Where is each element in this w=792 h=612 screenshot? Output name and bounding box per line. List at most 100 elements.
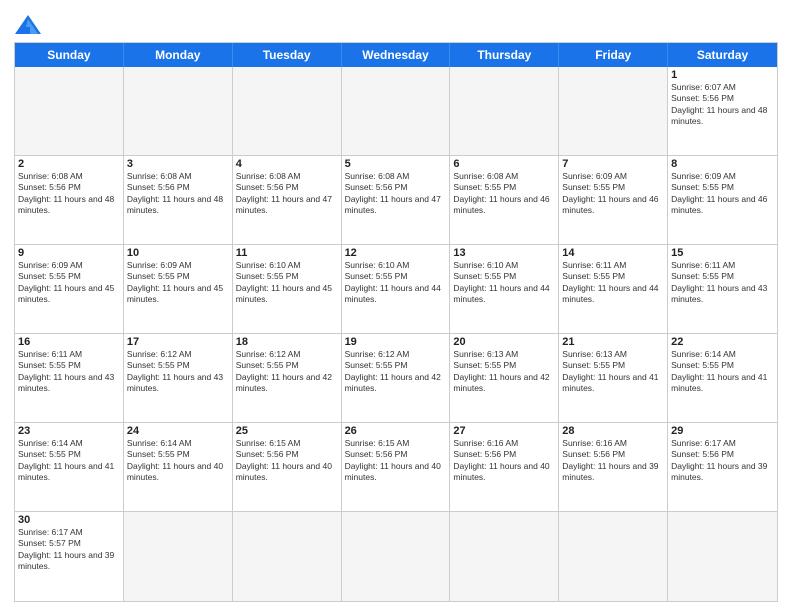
- page: SundayMondayTuesdayWednesdayThursdayFrid…: [0, 0, 792, 612]
- day-number: 20: [453, 336, 555, 348]
- cell-info: Sunrise: 6:09 AM Sunset: 5:55 PM Dayligh…: [18, 260, 120, 306]
- day-number: 2: [18, 158, 120, 170]
- cell-info: Sunrise: 6:17 AM Sunset: 5:57 PM Dayligh…: [18, 527, 120, 573]
- day-number: 24: [127, 425, 229, 437]
- day-number: 12: [345, 247, 447, 259]
- header: [14, 10, 778, 36]
- day-header-tuesday: Tuesday: [233, 43, 342, 67]
- cell-info: Sunrise: 6:08 AM Sunset: 5:56 PM Dayligh…: [236, 171, 338, 217]
- cell-info: Sunrise: 6:11 AM Sunset: 5:55 PM Dayligh…: [562, 260, 664, 306]
- day-number: 27: [453, 425, 555, 437]
- cell-empty-3: [342, 67, 451, 156]
- cell-day-15: 15Sunrise: 6:11 AM Sunset: 5:55 PM Dayli…: [668, 245, 777, 334]
- day-number: 13: [453, 247, 555, 259]
- cell-info: Sunrise: 6:15 AM Sunset: 5:56 PM Dayligh…: [236, 438, 338, 484]
- day-number: 21: [562, 336, 664, 348]
- cell-day-13: 13Sunrise: 6:10 AM Sunset: 5:55 PM Dayli…: [450, 245, 559, 334]
- day-number: 28: [562, 425, 664, 437]
- day-header-friday: Friday: [559, 43, 668, 67]
- day-header-monday: Monday: [124, 43, 233, 67]
- day-number: 15: [671, 247, 774, 259]
- logo-icon: [14, 14, 42, 36]
- cell-empty-37: [233, 512, 342, 601]
- day-header-saturday: Saturday: [668, 43, 777, 67]
- day-number: 1: [671, 69, 774, 81]
- cell-empty-4: [450, 67, 559, 156]
- cell-day-21: 21Sunrise: 6:13 AM Sunset: 5:55 PM Dayli…: [559, 334, 668, 423]
- day-header-wednesday: Wednesday: [342, 43, 451, 67]
- day-number: 30: [18, 514, 120, 526]
- day-number: 22: [671, 336, 774, 348]
- cell-info: Sunrise: 6:10 AM Sunset: 5:55 PM Dayligh…: [453, 260, 555, 306]
- cell-info: Sunrise: 6:14 AM Sunset: 5:55 PM Dayligh…: [671, 349, 774, 395]
- day-number: 23: [18, 425, 120, 437]
- cell-day-27: 27Sunrise: 6:16 AM Sunset: 5:56 PM Dayli…: [450, 423, 559, 512]
- day-header-sunday: Sunday: [15, 43, 124, 67]
- cell-info: Sunrise: 6:08 AM Sunset: 5:56 PM Dayligh…: [345, 171, 447, 217]
- day-number: 16: [18, 336, 120, 348]
- calendar: SundayMondayTuesdayWednesdayThursdayFrid…: [14, 42, 778, 602]
- cell-day-22: 22Sunrise: 6:14 AM Sunset: 5:55 PM Dayli…: [668, 334, 777, 423]
- cell-info: Sunrise: 6:12 AM Sunset: 5:55 PM Dayligh…: [236, 349, 338, 395]
- cell-info: Sunrise: 6:17 AM Sunset: 5:56 PM Dayligh…: [671, 438, 774, 484]
- cell-day-18: 18Sunrise: 6:12 AM Sunset: 5:55 PM Dayli…: [233, 334, 342, 423]
- cell-day-7: 7Sunrise: 6:09 AM Sunset: 5:55 PM Daylig…: [559, 156, 668, 245]
- cell-info: Sunrise: 6:11 AM Sunset: 5:55 PM Dayligh…: [18, 349, 120, 395]
- cell-info: Sunrise: 6:12 AM Sunset: 5:55 PM Dayligh…: [127, 349, 229, 395]
- cell-day-28: 28Sunrise: 6:16 AM Sunset: 5:56 PM Dayli…: [559, 423, 668, 512]
- day-header-thursday: Thursday: [450, 43, 559, 67]
- cell-day-17: 17Sunrise: 6:12 AM Sunset: 5:55 PM Dayli…: [124, 334, 233, 423]
- cell-day-25: 25Sunrise: 6:15 AM Sunset: 5:56 PM Dayli…: [233, 423, 342, 512]
- day-number: 17: [127, 336, 229, 348]
- day-number: 11: [236, 247, 338, 259]
- day-number: 8: [671, 158, 774, 170]
- cell-info: Sunrise: 6:10 AM Sunset: 5:55 PM Dayligh…: [236, 260, 338, 306]
- cell-day-1: 1Sunrise: 6:07 AM Sunset: 5:56 PM Daylig…: [668, 67, 777, 156]
- cell-day-19: 19Sunrise: 6:12 AM Sunset: 5:55 PM Dayli…: [342, 334, 451, 423]
- cell-info: Sunrise: 6:08 AM Sunset: 5:56 PM Dayligh…: [127, 171, 229, 217]
- cell-info: Sunrise: 6:13 AM Sunset: 5:55 PM Dayligh…: [562, 349, 664, 395]
- cell-day-2: 2Sunrise: 6:08 AM Sunset: 5:56 PM Daylig…: [15, 156, 124, 245]
- cell-day-30: 30Sunrise: 6:17 AM Sunset: 5:57 PM Dayli…: [15, 512, 124, 601]
- day-number: 4: [236, 158, 338, 170]
- cell-info: Sunrise: 6:14 AM Sunset: 5:55 PM Dayligh…: [18, 438, 120, 484]
- cell-day-9: 9Sunrise: 6:09 AM Sunset: 5:55 PM Daylig…: [15, 245, 124, 334]
- cell-empty-40: [559, 512, 668, 601]
- day-number: 9: [18, 247, 120, 259]
- day-number: 7: [562, 158, 664, 170]
- cell-day-5: 5Sunrise: 6:08 AM Sunset: 5:56 PM Daylig…: [342, 156, 451, 245]
- cell-day-16: 16Sunrise: 6:11 AM Sunset: 5:55 PM Dayli…: [15, 334, 124, 423]
- day-number: 14: [562, 247, 664, 259]
- cell-day-3: 3Sunrise: 6:08 AM Sunset: 5:56 PM Daylig…: [124, 156, 233, 245]
- cell-info: Sunrise: 6:07 AM Sunset: 5:56 PM Dayligh…: [671, 82, 774, 128]
- cell-info: Sunrise: 6:09 AM Sunset: 5:55 PM Dayligh…: [127, 260, 229, 306]
- cell-empty-5: [559, 67, 668, 156]
- cell-day-12: 12Sunrise: 6:10 AM Sunset: 5:55 PM Dayli…: [342, 245, 451, 334]
- cell-info: Sunrise: 6:08 AM Sunset: 5:55 PM Dayligh…: [453, 171, 555, 217]
- cell-info: Sunrise: 6:08 AM Sunset: 5:56 PM Dayligh…: [18, 171, 120, 217]
- cell-day-26: 26Sunrise: 6:15 AM Sunset: 5:56 PM Dayli…: [342, 423, 451, 512]
- day-number: 3: [127, 158, 229, 170]
- cell-empty-1: [124, 67, 233, 156]
- cell-info: Sunrise: 6:15 AM Sunset: 5:56 PM Dayligh…: [345, 438, 447, 484]
- cell-info: Sunrise: 6:09 AM Sunset: 5:55 PM Dayligh…: [671, 171, 774, 217]
- cell-info: Sunrise: 6:13 AM Sunset: 5:55 PM Dayligh…: [453, 349, 555, 395]
- cell-empty-2: [233, 67, 342, 156]
- day-headers: SundayMondayTuesdayWednesdayThursdayFrid…: [15, 43, 777, 67]
- day-number: 29: [671, 425, 774, 437]
- day-number: 5: [345, 158, 447, 170]
- cell-day-23: 23Sunrise: 6:14 AM Sunset: 5:55 PM Dayli…: [15, 423, 124, 512]
- day-number: 25: [236, 425, 338, 437]
- cell-info: Sunrise: 6:16 AM Sunset: 5:56 PM Dayligh…: [562, 438, 664, 484]
- cell-info: Sunrise: 6:16 AM Sunset: 5:56 PM Dayligh…: [453, 438, 555, 484]
- cell-info: Sunrise: 6:10 AM Sunset: 5:55 PM Dayligh…: [345, 260, 447, 306]
- cell-day-6: 6Sunrise: 6:08 AM Sunset: 5:55 PM Daylig…: [450, 156, 559, 245]
- cell-empty-36: [124, 512, 233, 601]
- cell-info: Sunrise: 6:09 AM Sunset: 5:55 PM Dayligh…: [562, 171, 664, 217]
- cell-day-20: 20Sunrise: 6:13 AM Sunset: 5:55 PM Dayli…: [450, 334, 559, 423]
- cell-empty-41: [668, 512, 777, 601]
- day-number: 10: [127, 247, 229, 259]
- cell-day-10: 10Sunrise: 6:09 AM Sunset: 5:55 PM Dayli…: [124, 245, 233, 334]
- cell-day-8: 8Sunrise: 6:09 AM Sunset: 5:55 PM Daylig…: [668, 156, 777, 245]
- cell-day-14: 14Sunrise: 6:11 AM Sunset: 5:55 PM Dayli…: [559, 245, 668, 334]
